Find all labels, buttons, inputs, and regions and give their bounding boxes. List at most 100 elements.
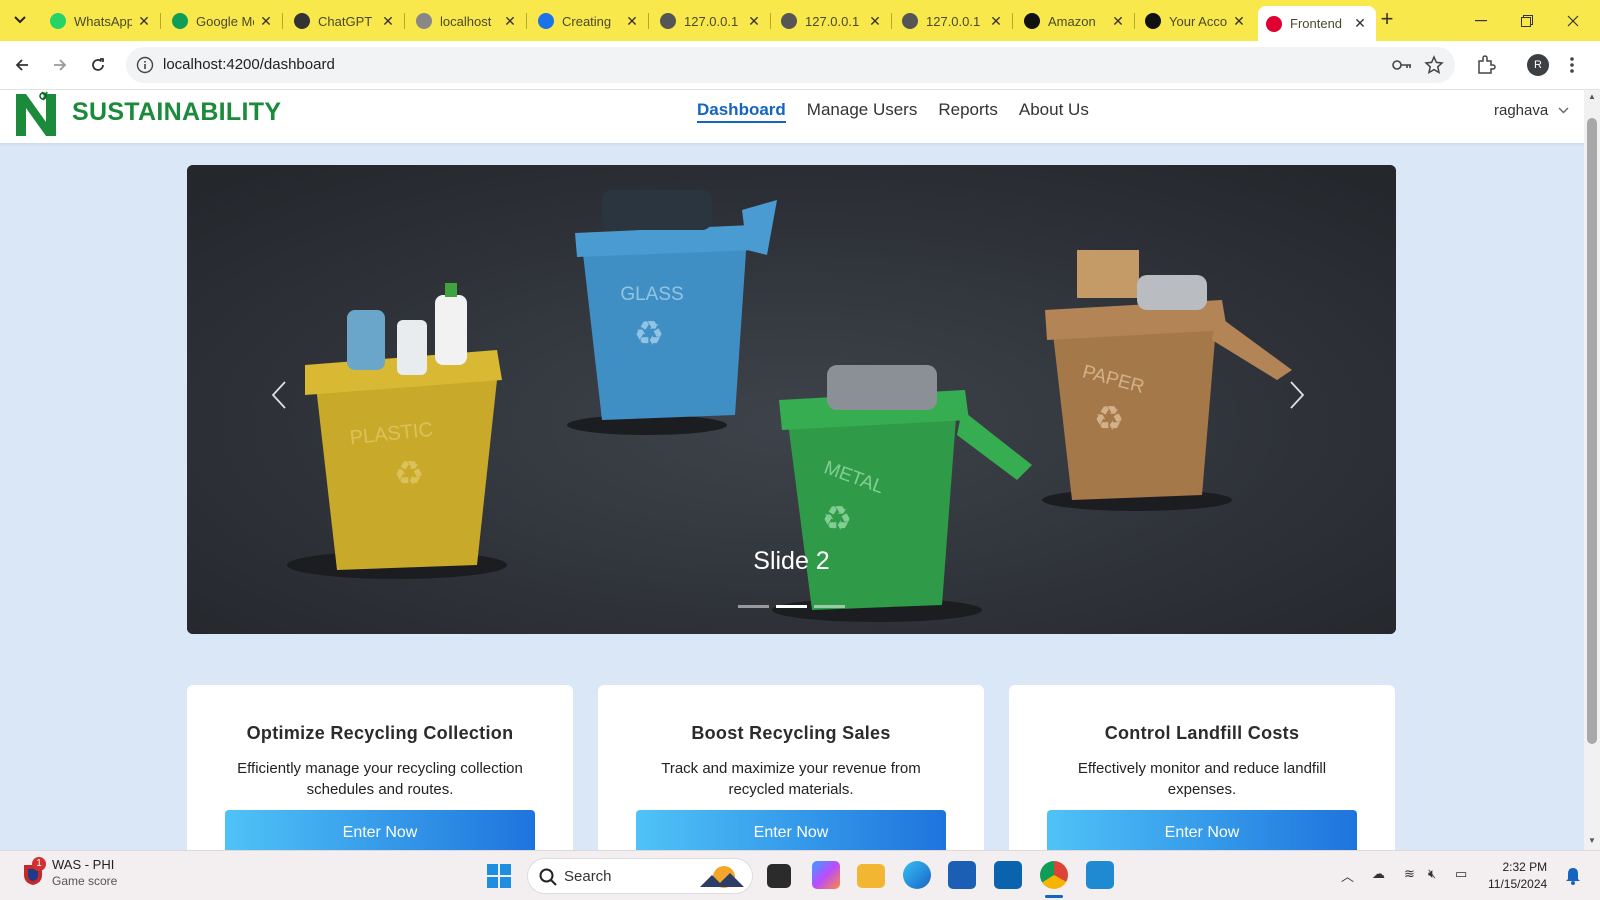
angular-icon <box>1266 15 1282 32</box>
card-title: Optimize Recycling Collection <box>246 723 514 743</box>
close-window-button[interactable] <box>1550 0 1596 41</box>
google-meet-icon <box>172 13 188 29</box>
browser-tab[interactable]: Amazon ✕ <box>1016 6 1135 36</box>
nav-dashboard[interactable]: Dashboard <box>697 100 786 123</box>
tab-separator <box>648 13 649 29</box>
tab-separator <box>770 13 771 29</box>
close-tab-icon[interactable]: ✕ <box>1352 15 1368 32</box>
password-key-icon[interactable] <box>1391 55 1413 75</box>
browser-tab[interactable]: ChatGPT ✕ <box>286 6 405 36</box>
edge-icon[interactable] <box>903 861 931 889</box>
restore-icon <box>1521 14 1533 27</box>
microsoft-store-icon[interactable] <box>948 861 976 889</box>
enter-now-button[interactable]: Enter Now <box>1047 810 1357 850</box>
browser-tab[interactable]: WhatsApp ✕ <box>42 6 161 36</box>
carousel-next-button[interactable] <box>1277 375 1317 415</box>
restore-button[interactable] <box>1504 0 1550 41</box>
scroll-up-arrow-icon[interactable]: ▲ <box>1588 92 1596 101</box>
card-text: Effectively monitor and reduce landfill … <box>1077 760 1327 798</box>
volume-muted-icon[interactable]: 🔇︎ <box>1428 866 1436 882</box>
forward-button[interactable] <box>46 51 74 79</box>
user-menu[interactable]: raghava <box>1494 102 1569 119</box>
notification-bell-icon[interactable] <box>1565 867 1581 885</box>
battery-icon[interactable]: ▭ <box>1455 866 1467 882</box>
feature-card-sales: Boost Recycling Sales Track and maximize… <box>598 685 984 850</box>
scroll-down-arrow-icon[interactable]: ▼ <box>1588 836 1596 845</box>
carousel-indicator-3[interactable] <box>814 605 845 608</box>
copilot-icon[interactable] <box>812 861 840 889</box>
reload-button[interactable] <box>84 51 112 79</box>
hero-carousel: PLASTIC ♻ GLASS ♻ METAL ♻ PAPER ♻ Slide … <box>187 165 1396 634</box>
show-hidden-icons-icon[interactable]: ︿ <box>1341 866 1354 885</box>
vscode-icon[interactable] <box>1086 861 1114 889</box>
system-clock[interactable]: 2:32 PM 11/15/2024 <box>1488 859 1547 893</box>
chrome-icon[interactable] <box>1040 861 1068 889</box>
sports-widget[interactable]: 1 WAS - PHI Game score <box>22 857 117 888</box>
new-tab-button[interactable]: + <box>1375 8 1399 32</box>
nav-reports[interactable]: Reports <box>938 100 998 123</box>
browser-tab[interactable]: localhost ✕ <box>408 6 527 36</box>
widget-subtitle: Game score <box>52 874 118 888</box>
carousel-indicator-2[interactable] <box>776 605 807 608</box>
close-tab-icon[interactable]: ✕ <box>258 13 274 30</box>
windows-start-icon[interactable] <box>487 864 511 888</box>
chevron-right-icon <box>1290 381 1305 409</box>
close-tab-icon[interactable]: ✕ <box>380 13 396 30</box>
minimize-button[interactable] <box>1458 0 1504 41</box>
globe-icon <box>781 13 797 29</box>
task-view-icon[interactable] <box>767 864 791 888</box>
extensions-icon[interactable] <box>1476 55 1496 75</box>
close-tab-icon[interactable]: ✕ <box>1231 13 1247 30</box>
wifi-icon[interactable]: ≋ <box>1404 866 1415 882</box>
enter-now-button[interactable]: Enter Now <box>225 810 535 850</box>
carousel-indicators <box>738 605 845 608</box>
brand-name[interactable]: SUSTAINABILITY <box>72 98 281 127</box>
amazon-icon <box>1024 13 1040 29</box>
scrollbar-thumb[interactable] <box>1587 118 1597 744</box>
onedrive-icon[interactable]: ☁ <box>1372 866 1385 882</box>
globe-icon <box>660 13 676 29</box>
clock-date: 11/15/2024 <box>1488 877 1548 891</box>
browser-tab[interactable]: Your Account✕ <box>1137 6 1255 36</box>
tab-separator <box>160 13 161 29</box>
enter-now-button[interactable]: Enter Now <box>636 810 946 850</box>
browser-tab[interactable]: Google Meet✕ <box>164 6 283 36</box>
browser-tab[interactable]: 127.0.0.1 ✕ <box>894 6 1013 36</box>
close-tab-icon[interactable]: ✕ <box>746 13 762 30</box>
brand-logo-icon[interactable] <box>14 90 64 140</box>
carousel-prev-button[interactable] <box>259 375 299 415</box>
tab-separator <box>404 13 405 29</box>
active-app-indicator <box>1045 895 1063 898</box>
slide-caption: Slide 2 <box>753 547 830 575</box>
address-bar[interactable]: localhost:4200/dashboard <box>126 47 1455 83</box>
bookmark-star-icon[interactable] <box>1424 55 1444 75</box>
outlook-icon[interactable] <box>994 861 1022 889</box>
page-scrollbar[interactable]: ▲ ▼ <box>1584 90 1600 850</box>
more-vertical-icon[interactable] <box>1570 56 1574 74</box>
app-navbar: SUSTAINABILITY Dashboard Manage Users Re… <box>0 90 1584 143</box>
file-explorer-icon[interactable] <box>857 864 885 888</box>
profile-avatar[interactable]: R <box>1527 54 1549 76</box>
close-tab-icon[interactable]: ✕ <box>867 13 883 30</box>
browser-tab[interactable]: Frontend ✕ <box>1258 6 1376 41</box>
close-tab-icon[interactable]: ✕ <box>624 13 640 30</box>
glass-label: GLASS <box>620 284 683 305</box>
browser-tab[interactable]: 127.0.0.1 ✕ <box>652 6 771 36</box>
browser-tab[interactable]: Creating ✕ <box>530 6 649 36</box>
feature-card-collection: Optimize Recycling Collection Efficientl… <box>187 685 573 850</box>
close-tab-icon[interactable]: ✕ <box>1110 13 1126 30</box>
tab-title: Frontend <box>1290 16 1343 31</box>
arrow-right-icon <box>54 59 67 71</box>
close-tab-icon[interactable]: ✕ <box>136 13 152 30</box>
browser-tab[interactable]: 127.0.0.1 ✕ <box>773 6 892 36</box>
back-button[interactable] <box>8 51 36 79</box>
close-tab-icon[interactable]: ✕ <box>988 13 1004 30</box>
close-tab-icon[interactable]: ✕ <box>502 13 518 30</box>
nav-about-us[interactable]: About Us <box>1019 100 1089 123</box>
carousel-indicator-1[interactable] <box>738 605 769 608</box>
card-title: Boost Recycling Sales <box>691 723 891 743</box>
svg-text:♻: ♻ <box>1094 400 1124 438</box>
taskbar-search[interactable]: Search <box>527 858 753 894</box>
nav-manage-users[interactable]: Manage Users <box>807 100 918 123</box>
tab-search-button[interactable] <box>8 8 32 32</box>
